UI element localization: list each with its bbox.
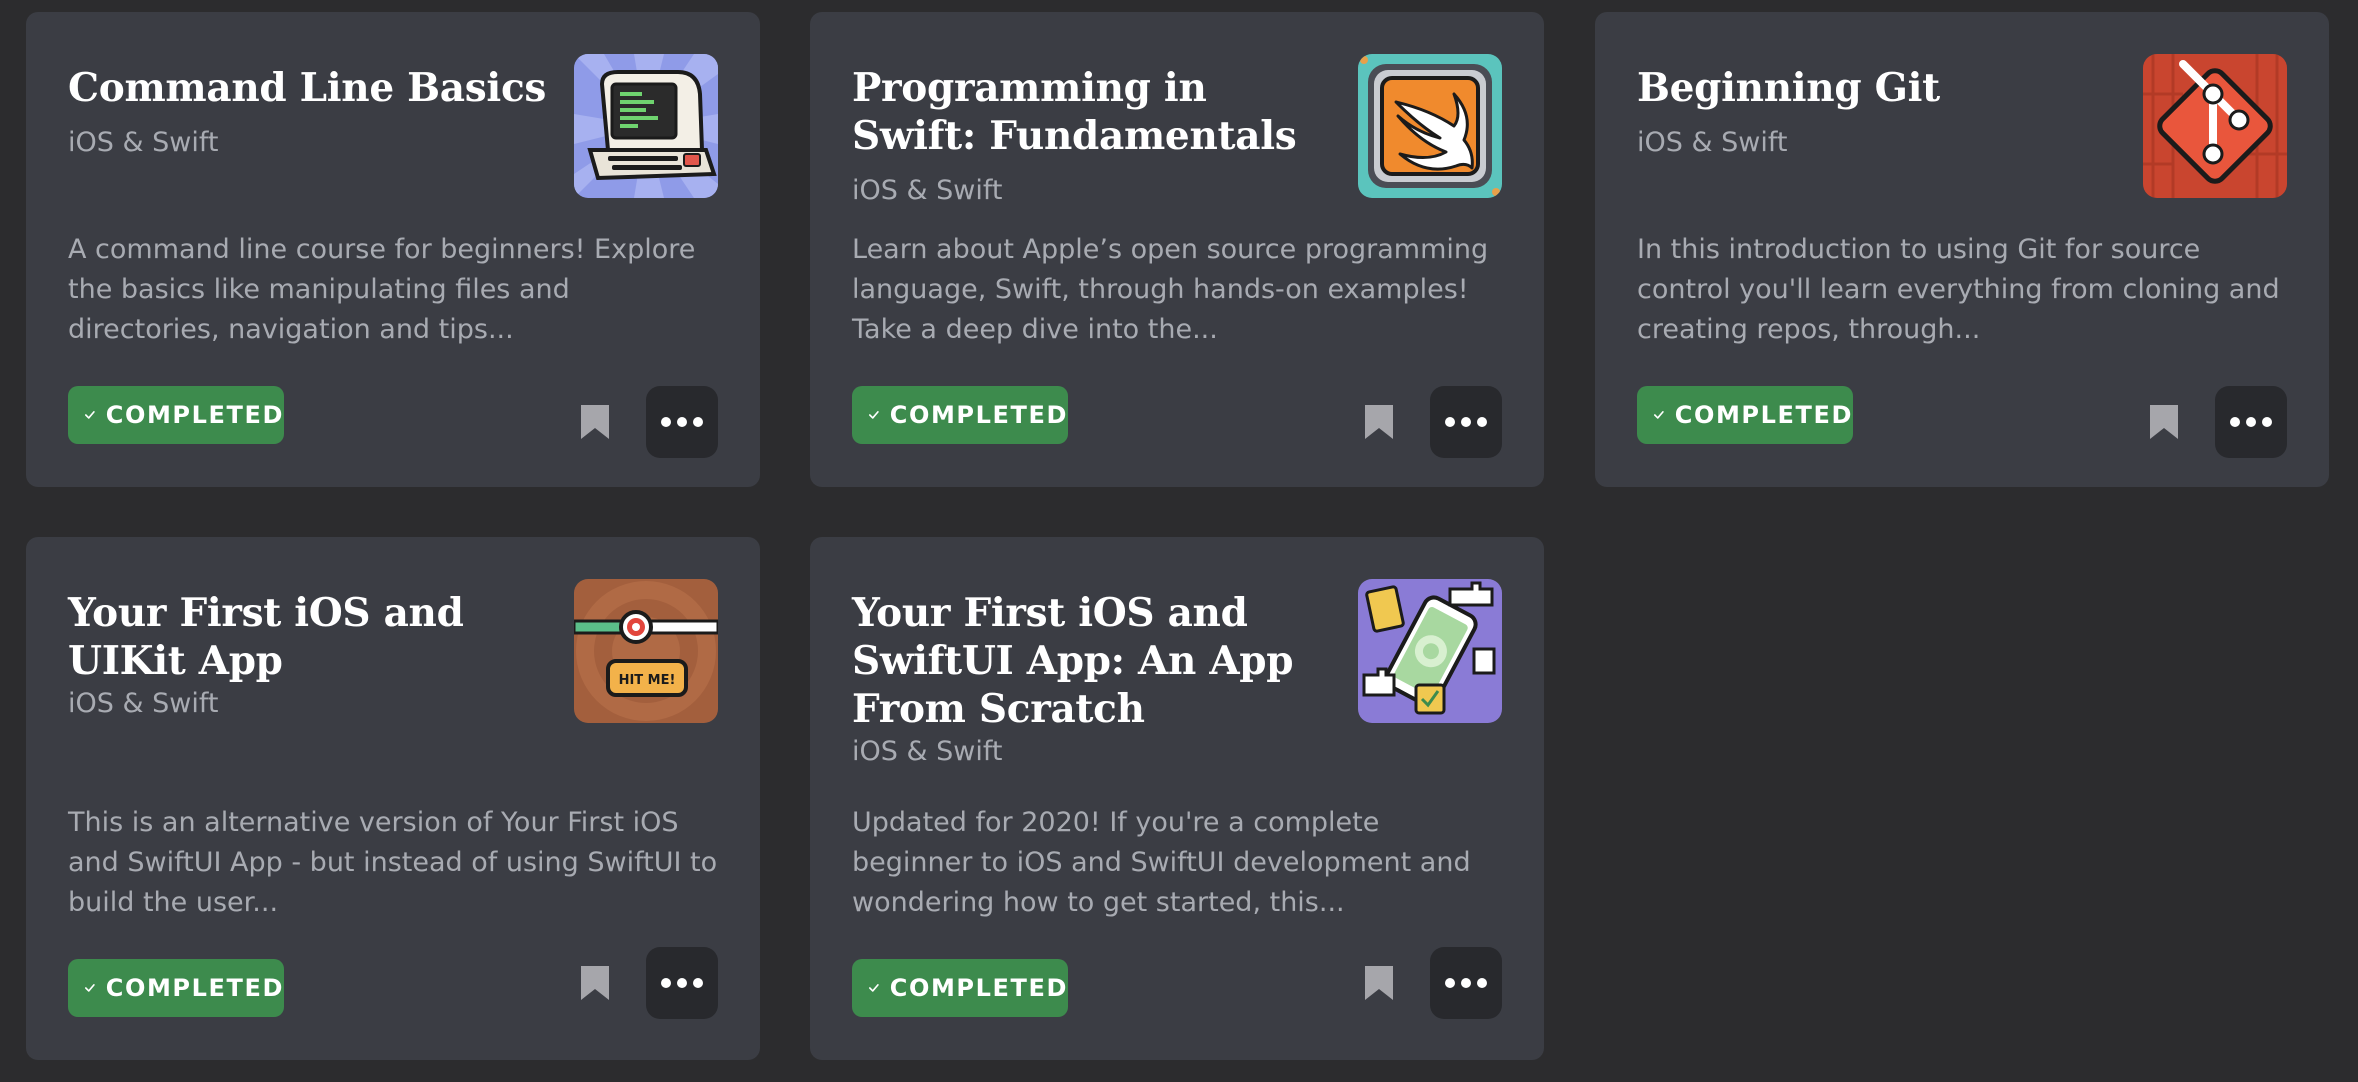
checkmark-icon [1653, 411, 1664, 419]
more-options-button[interactable] [1430, 947, 1502, 1019]
bookmark-icon[interactable] [2147, 402, 2181, 442]
phone-puzzle-pieces-icon[interactable] [1358, 579, 1502, 723]
completed-badge: COMPLETED [852, 959, 1068, 1017]
course-category: iOS & Swift [852, 736, 1003, 767]
completed-badge: COMPLETED [1637, 386, 1853, 444]
checkmark-icon [84, 984, 95, 992]
course-description: Learn about Apple’s open source programm… [852, 234, 1489, 345]
course-description: This is an alternative version of Your F… [68, 807, 718, 918]
ellipsis-icon [2230, 417, 2240, 427]
course-category: iOS & Swift [1637, 127, 1788, 158]
course-description: In this introduction to using Git for so… [1637, 234, 2280, 345]
more-options-button[interactable] [646, 947, 718, 1019]
git-logo-icon[interactable] [2143, 54, 2287, 198]
course-card-programming-in-swift[interactable]: Programming in Swift: Fundamentals iOS &… [810, 12, 1544, 487]
completed-badge: COMPLETED [68, 386, 284, 444]
ellipsis-icon [661, 978, 671, 988]
hit-me-label: HIT ME! [619, 673, 676, 688]
course-card-beginning-git[interactable]: Beginning Git iOS & Swift In this introd… [1595, 12, 2329, 487]
course-description: A command line course for beginners! Exp… [68, 234, 696, 345]
bookmark-icon[interactable] [578, 402, 612, 442]
course-title[interactable]: Command Line Basics [68, 64, 548, 112]
more-options-button[interactable] [2215, 386, 2287, 458]
course-card-first-ios-uikit-app[interactable]: Your First iOS and UIKit App iOS & Swift… [26, 537, 760, 1060]
ellipsis-icon [1445, 417, 1455, 427]
bookmark-icon[interactable] [1362, 402, 1396, 442]
status-label: COMPLETED [105, 974, 284, 1002]
course-category: iOS & Swift [68, 688, 219, 719]
bookmark-icon[interactable] [1362, 963, 1396, 1003]
course-category: iOS & Swift [68, 127, 219, 158]
course-category: iOS & Swift [852, 175, 1003, 206]
course-title[interactable]: Your First iOS and SwiftUI App: An App F… [852, 589, 1332, 733]
course-title[interactable]: Programming in Swift: Fundamentals [852, 64, 1332, 160]
bullseye-hit-me-slider-icon[interactable]: HIT ME! [574, 579, 718, 723]
bookmark-icon[interactable] [578, 963, 612, 1003]
completed-badge: COMPLETED [68, 959, 284, 1017]
more-options-button[interactable] [1430, 386, 1502, 458]
more-options-button[interactable] [646, 386, 718, 458]
course-grid: Command Line Basics iOS & Swift A comman… [0, 0, 2358, 1082]
ellipsis-icon [661, 417, 671, 427]
course-card-command-line-basics[interactable]: Command Line Basics iOS & Swift A comman… [26, 12, 760, 487]
course-title[interactable]: Beginning Git [1637, 64, 2117, 112]
swift-bird-logo-icon[interactable] [1358, 54, 1502, 198]
status-label: COMPLETED [889, 401, 1068, 429]
checkmark-icon [84, 411, 95, 419]
checkmark-icon [868, 411, 879, 419]
course-description: Updated for 2020! If you're a complete b… [852, 807, 1471, 918]
status-label: COMPLETED [105, 401, 284, 429]
status-label: COMPLETED [1674, 401, 1853, 429]
ellipsis-icon [1445, 978, 1455, 988]
retro-computer-terminal-icon[interactable] [574, 54, 718, 198]
status-label: COMPLETED [889, 974, 1068, 1002]
checkmark-icon [868, 984, 879, 992]
course-card-first-ios-swiftui-app[interactable]: Your First iOS and SwiftUI App: An App F… [810, 537, 1544, 1060]
course-title[interactable]: Your First iOS and UIKit App [68, 589, 548, 685]
completed-badge: COMPLETED [852, 386, 1068, 444]
